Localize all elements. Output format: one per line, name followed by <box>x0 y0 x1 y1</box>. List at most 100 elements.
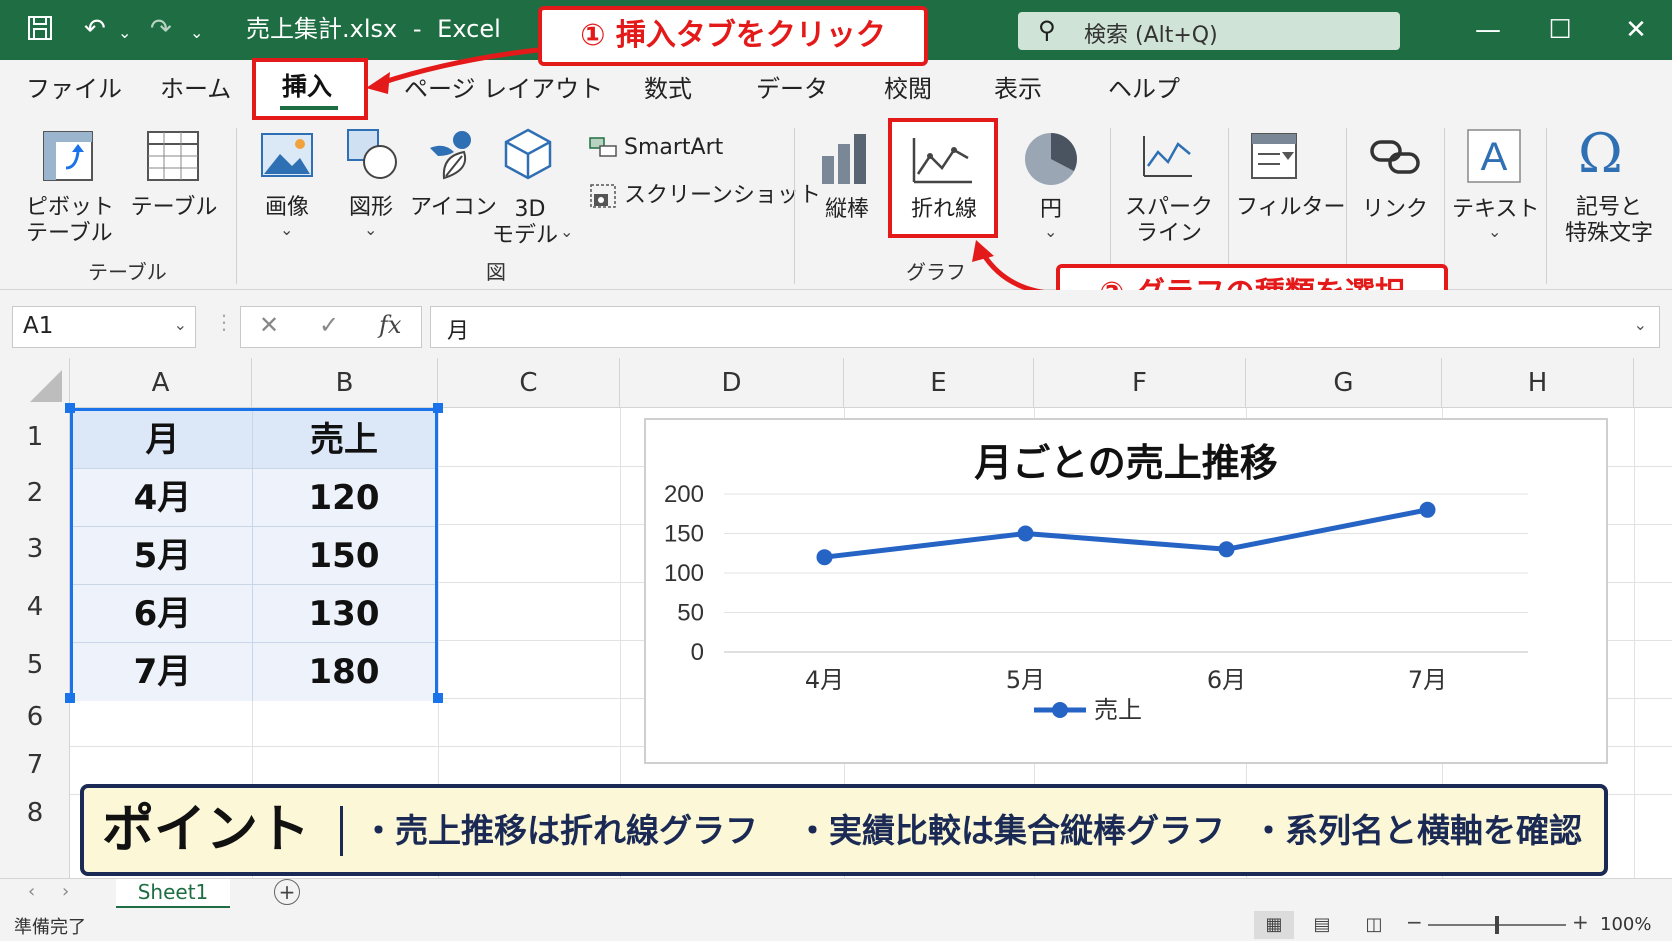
y-tick-label: 100 <box>664 560 704 587</box>
zoom-slider-thumb[interactable] <box>1495 916 1499 934</box>
formula-input[interactable]: 月 ⌄ <box>430 306 1660 348</box>
table-row: 4月 120 <box>73 469 435 527</box>
normal-view-icon[interactable]: ▦ <box>1254 911 1294 939</box>
row-header-1[interactable]: 1 <box>0 422 70 452</box>
cell-month[interactable]: 7月 <box>73 643 253 701</box>
select-all-corner[interactable] <box>0 358 70 408</box>
3d-models-label-1: 3D <box>514 197 546 222</box>
line-chart[interactable]: 月ごとの売上推移 0 50 100 150 200 4月 5月 6月 7月 売上 <box>644 418 1608 764</box>
add-sheet-icon[interactable]: + <box>274 879 300 905</box>
group-label-figure: 図 <box>486 260 506 284</box>
slicer-icon <box>1250 132 1298 184</box>
chart-plot: 0 50 100 150 200 4月 5月 6月 7月売上 <box>664 481 1528 724</box>
row-header-5[interactable]: 5 <box>0 650 70 680</box>
save-icon[interactable] <box>26 14 54 49</box>
column-header-a[interactable]: A <box>70 358 252 408</box>
zoom-level[interactable]: 100% <box>1600 914 1651 935</box>
table-label: テーブル <box>130 195 218 220</box>
column-header-g[interactable]: G <box>1246 358 1442 408</box>
selection-handle[interactable] <box>433 693 443 703</box>
x-tick-label: 5月 <box>1006 666 1045 694</box>
column-header-e[interactable]: E <box>844 358 1034 408</box>
link-icon <box>1368 134 1422 184</box>
row-header-4[interactable]: 4 <box>0 592 70 622</box>
row-header-8[interactable]: 8 <box>0 798 70 828</box>
undo-icon[interactable]: ↶ <box>84 14 106 44</box>
chevron-down-icon[interactable]: ⌄ <box>174 315 187 334</box>
selection-handle[interactable] <box>65 403 75 413</box>
data-point <box>816 549 833 566</box>
undo-dropdown-icon[interactable]: ⌄ <box>118 18 131 48</box>
next-sheet-icon[interactable]: › <box>62 881 69 902</box>
text-dropdown-icon: ⌄ <box>1488 222 1502 241</box>
tab-home[interactable]: ホーム <box>160 72 231 106</box>
group-separator <box>1110 128 1111 284</box>
selection-handle[interactable] <box>65 693 75 703</box>
cell-sales[interactable]: 180 <box>253 643 435 701</box>
data-table[interactable]: 月 売上 4月 120 5月 150 6月 130 7月 180 <box>70 408 438 701</box>
zoom-in-icon[interactable]: + <box>1572 910 1589 934</box>
cell-sales[interactable]: 130 <box>253 585 435 643</box>
cancel-icon[interactable]: ✕ <box>259 311 279 339</box>
row-header-2[interactable]: 2 <box>0 478 70 508</box>
row-header-7[interactable]: 7 <box>0 750 70 780</box>
cell-month[interactable]: 4月 <box>73 469 253 527</box>
column-header-c[interactable]: C <box>438 358 620 408</box>
insert-function-icon[interactable]: fx <box>379 311 401 339</box>
row-header-6[interactable]: 6 <box>0 702 70 732</box>
group-separator <box>1228 128 1229 284</box>
3d-models-dropdown-icon: ⌄ <box>560 222 574 241</box>
banner-title: ポイント <box>102 800 311 860</box>
cell-month[interactable]: 6月 <box>73 585 253 643</box>
search-box[interactable]: ⚲ 検索 (Alt+Q) <box>1018 12 1400 50</box>
column-header-f[interactable]: F <box>1034 358 1246 408</box>
text-label: テキスト <box>1452 197 1540 222</box>
column-header-b[interactable]: B <box>252 358 438 408</box>
tab-data[interactable]: データ <box>756 72 828 106</box>
tab-insert[interactable]: 挿入 <box>282 70 332 104</box>
tab-formulas[interactable]: 数式 <box>644 72 692 106</box>
page-layout-view-icon[interactable]: ▤ <box>1302 911 1342 939</box>
cell-sales[interactable]: 150 <box>253 527 435 585</box>
symbols-label-2: 特殊文字 <box>1564 221 1653 246</box>
name-box-value: A1 <box>23 313 54 339</box>
prev-sheet-icon[interactable]: ‹ <box>28 881 35 902</box>
customize-qat-icon[interactable]: ⌄ <box>190 18 203 48</box>
sparkline-label-2: ライン <box>1135 221 1202 246</box>
cell-month[interactable]: 5月 <box>73 527 253 585</box>
selection-handle[interactable] <box>433 403 443 413</box>
app-name: Excel <box>437 15 501 43</box>
icons-label: アイコン <box>410 195 497 220</box>
column-header-h[interactable]: H <box>1442 358 1634 408</box>
smartart-label: SmartArt <box>624 135 724 160</box>
cell-sales[interactable]: 120 <box>253 469 435 527</box>
tab-view[interactable]: 表示 <box>994 72 1042 106</box>
tab-file[interactable]: ファイル <box>26 72 122 106</box>
sheet-tab-sheet1[interactable]: Sheet1 <box>116 879 230 909</box>
group-separator <box>1346 128 1347 284</box>
zoom-out-icon[interactable]: − <box>1406 910 1423 934</box>
expand-formula-icon[interactable]: ⌄ <box>1634 315 1647 334</box>
row-header-3[interactable]: 3 <box>0 534 70 564</box>
image-icon <box>260 132 314 182</box>
enter-icon[interactable]: ✓ <box>319 311 339 339</box>
close-button[interactable]: ✕ <box>1616 10 1656 50</box>
tab-review[interactable]: 校閲 <box>884 72 932 106</box>
pivot-table-label-1: ピボット <box>26 195 115 220</box>
column-headers: A B C D E F G H <box>0 358 1672 408</box>
maximize-button[interactable]: ☐ <box>1540 10 1580 50</box>
name-box[interactable]: A1 ⌄ <box>12 306 196 348</box>
header-cell-sales[interactable]: 売上 <box>253 411 435 469</box>
column-header-d[interactable]: D <box>620 358 844 408</box>
screenshot-icon <box>588 182 618 214</box>
minimize-button[interactable]: — <box>1468 10 1508 50</box>
page-break-view-icon[interactable]: ◫ <box>1354 911 1394 939</box>
drag-handle-icon[interactable]: ⋮ <box>214 310 234 334</box>
formula-bar: A1 ⌄ ⋮ ✕ ✓ fx 月 ⌄ <box>0 290 1672 358</box>
group-separator <box>236 128 237 284</box>
tab-help[interactable]: ヘルプ <box>1108 72 1180 106</box>
sparkline-icon <box>1140 132 1194 184</box>
svg-text:A: A <box>1481 135 1508 179</box>
header-cell-month[interactable]: 月 <box>73 411 253 469</box>
redo-icon[interactable]: ↷ <box>150 14 172 44</box>
